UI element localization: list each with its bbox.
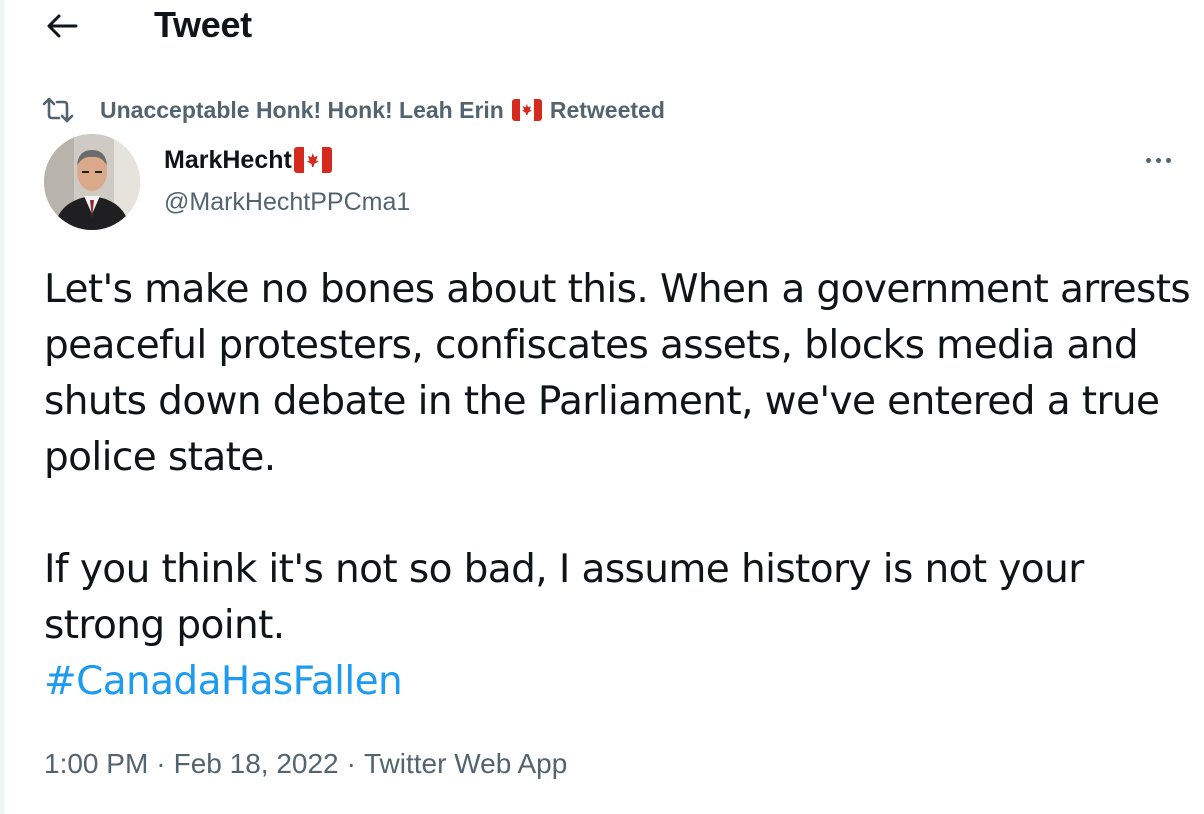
page-title: Tweet [154, 4, 252, 45]
more-dot-icon [1165, 157, 1171, 163]
tweet-metadata: 1:00 PM · Feb 18, 2022 · Twitter Web App [44, 744, 567, 784]
author-name-text[interactable]: MarkHecht [164, 144, 292, 176]
tweet-page: Tweet Unacceptable Honk! Honk! Leah Erin… [0, 0, 1204, 814]
tweet-date[interactable]: Feb 18, 2022 [174, 744, 339, 784]
meta-separator: · [346, 748, 356, 779]
arrow-left-icon [47, 14, 78, 38]
page-header: Tweet [4, 0, 1204, 52]
hashtag-link[interactable]: #CanadaHasFallen [44, 659, 403, 704]
tweet-paragraph: Let's make no bones about this. When a g… [44, 267, 1191, 480]
more-dot-icon [1155, 157, 1161, 163]
canada-flag-icon [293, 147, 332, 173]
more-dot-icon [1145, 157, 1151, 163]
tweet-text: Let's make no bones about this. When a g… [44, 262, 1194, 710]
author-handle[interactable]: @MarkHechtPPCma1 [164, 186, 410, 218]
retweeted-label: Retweeted [549, 96, 665, 123]
retweet-context[interactable]: Unacceptable Honk! Honk! Leah Erin Retwe… [40, 92, 665, 128]
retweeter-name[interactable]: Unacceptable Honk! Honk! Leah Erin [100, 97, 504, 124]
more-options-button[interactable] [1136, 144, 1180, 176]
retweet-icon [40, 95, 80, 125]
author-display-name[interactable]: MarkHecht [164, 144, 332, 176]
back-button[interactable] [42, 6, 82, 46]
tweet-source[interactable]: Twitter Web App [364, 744, 567, 784]
tweet-time[interactable]: 1:00 PM [44, 744, 148, 784]
canada-flag-icon [511, 99, 542, 121]
tweet-paragraph: If you think it's not so bad, I assume h… [44, 547, 1084, 648]
avatar[interactable] [44, 134, 140, 230]
meta-separator: · [156, 748, 166, 779]
